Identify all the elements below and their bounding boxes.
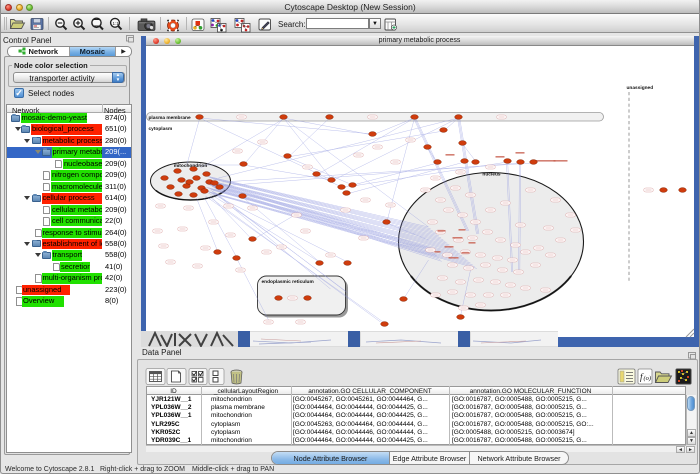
svg-text:1:1: 1:1: [113, 21, 120, 26]
svg-text:endoplasmic reticulum: endoplasmic reticulum: [261, 279, 313, 285]
svg-text:cytoplasm: cytoplasm: [148, 126, 172, 132]
svg-text:(o): (o): [644, 375, 652, 382]
svg-text:plasma membrane: plasma membrane: [148, 115, 190, 121]
svg-text:unassigned: unassigned: [626, 85, 653, 91]
svg-text:nucleus: nucleus: [482, 172, 500, 178]
